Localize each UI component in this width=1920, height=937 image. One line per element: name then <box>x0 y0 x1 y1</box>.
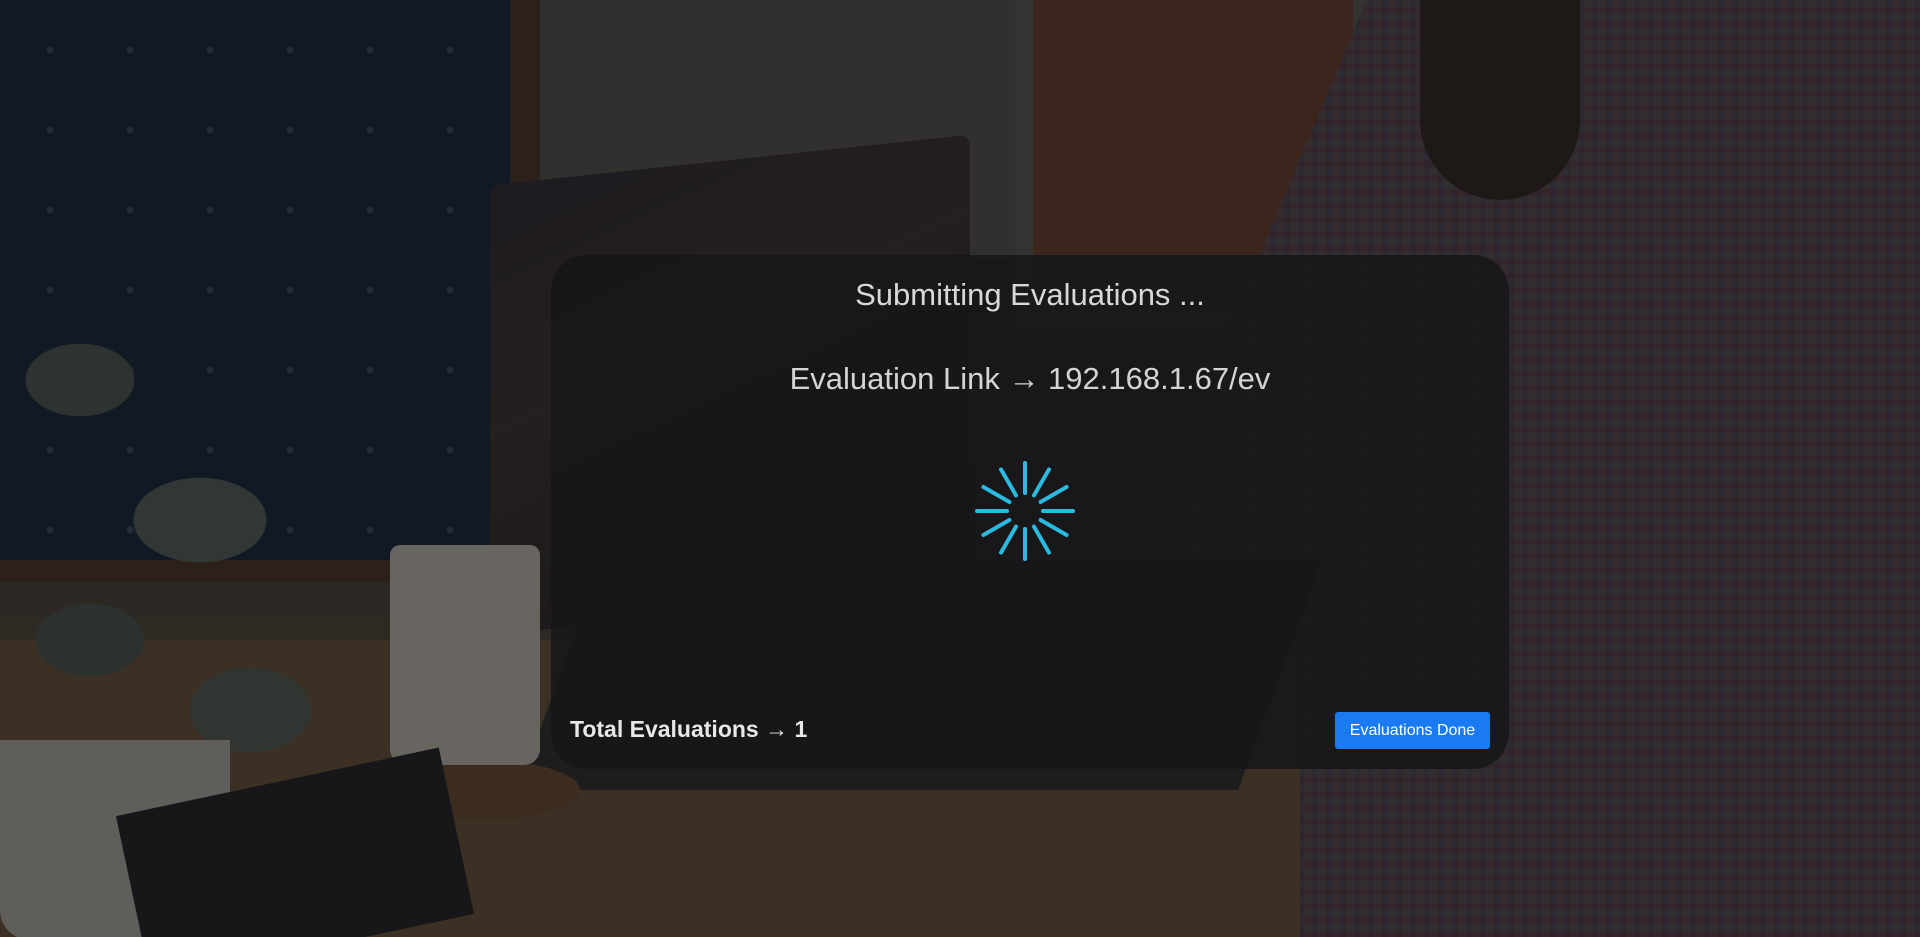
modal-title: Submitting Evaluations ... <box>855 277 1205 312</box>
spinner-ray <box>981 518 1012 537</box>
evaluations-done-button[interactable]: Evaluations Done <box>1335 712 1490 749</box>
spinner-ray <box>1032 524 1051 555</box>
evaluation-link: Evaluation Link → 192.168.1.67/ev <box>789 361 1271 396</box>
total-evaluations: Total Evaluations → 1 <box>570 716 808 742</box>
spinner-ray <box>1038 485 1069 504</box>
spinner-ray <box>999 524 1018 555</box>
submitting-evaluations-modal: Submitting Evaluations ... Evaluation Li… <box>551 255 1509 769</box>
spinner-ray <box>981 485 1012 504</box>
spinner-ray <box>1032 467 1051 498</box>
spinner-ray <box>999 467 1018 498</box>
loading-spinner-icon <box>975 461 1075 561</box>
spinner-ray <box>1038 518 1069 537</box>
